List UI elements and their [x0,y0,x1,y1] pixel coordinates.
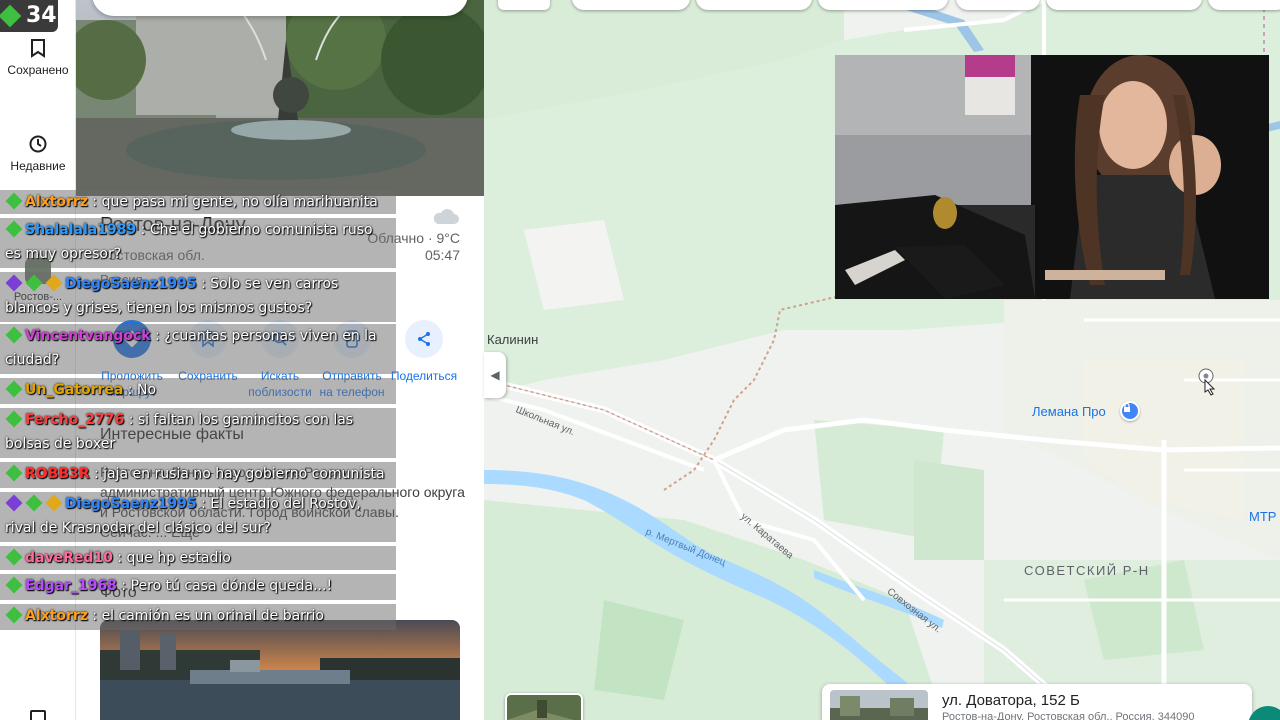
search-box[interactable] [92,0,468,16]
chat-username[interactable]: daveRed10 [25,550,113,566]
address-card[interactable]: ул. Доватора, 152 Б Ростов-на-Дону, Рост… [822,684,1252,720]
place-hero-photo[interactable] [76,0,484,196]
map-label-sovetsky: СОВЕТСКИЙ Р-Н [1024,563,1150,578]
address-title: ул. Доватора, 152 Б [942,692,1080,709]
map-label-mtr[interactable]: МТР [1249,509,1276,524]
chat-message: Un_Gatorrea : No [0,378,396,404]
chat-username[interactable]: Vincentvangock [25,328,151,344]
map-label-lemana[interactable]: Лемана Про [1032,404,1106,419]
chat-badge-icon [5,606,23,624]
chat-badge-icon [5,410,23,428]
chat-separator: : [116,578,131,594]
chat-text: que hp estadio [126,550,231,566]
chat-message: Vincentvangock : ¿cuantas personas viven… [0,324,396,374]
chat-badge-icon [45,494,63,512]
share-label: Поделиться [390,369,458,383]
chat-badge-icon [45,274,63,292]
category-chip-shopping[interactable] [956,0,1040,10]
chat-message: DiegoSaenz1995 : El estadio del Rostov, … [0,492,396,542]
category-chip-restaurants[interactable] [572,0,690,10]
chat-message: Fercho_2776 : si faltan los gamincitos c… [0,408,396,458]
chat-badge-icon [5,220,23,238]
cloud-icon [433,209,459,224]
chat-badge-icon [5,326,23,344]
chat-badge-icon [5,548,23,566]
chat-text: el camión es un orinal de barrio [101,608,324,624]
viewer-count-value: 34 [26,3,57,28]
chat-text: que pasa mi gente, no olía marihuanita [101,194,378,210]
chat-separator: : [136,222,150,238]
chat-message: Alxtorrz : que pasa mi gente, no olía ma… [0,190,396,214]
chat-separator: : [196,276,211,292]
chat-message: Edgar_1968 : Pero tú casa dónde queda...… [0,574,396,600]
chat-badge-icon [5,576,23,594]
share-icon [418,332,430,346]
chat-separator: : [196,496,211,512]
chat-message: DiegoSaenz1995 : Solo se ven carros blan… [0,272,396,322]
bookmark-icon [31,39,45,58]
category-chip-attractions[interactable] [818,0,948,10]
lemana-pin-icon[interactable] [1120,401,1140,421]
chat-username[interactable]: ROBB3R [25,466,90,482]
webcam-overlay [835,55,1269,299]
rail-recent[interactable]: Недавние [0,134,76,174]
chat-message: daveRed10 : que hp estadio [0,546,396,570]
rail-saved[interactable]: Сохранено [0,38,76,78]
chat-username[interactable]: DiegoSaenz1995 [65,276,197,292]
chat-username[interactable]: Alxtorrz [25,608,88,624]
chat-separator: : [87,608,102,624]
chat-badge-icon [5,192,23,210]
chat-separator: : [123,382,137,398]
category-chip-more[interactable] [1208,0,1280,10]
chat-badge-icon [25,274,43,292]
chat-username[interactable]: Fercho_2776 [25,412,124,428]
chat-username[interactable]: Shalalala1989 [25,222,136,238]
chat-username[interactable]: Alxtorrz [25,194,88,210]
chat-separator: : [87,194,102,210]
chat-badge-icon [5,464,23,482]
viewer-icon [0,4,22,28]
share-button[interactable]: Поделиться [386,320,462,384]
collapse-panel-button[interactable]: ◀ [484,352,506,398]
chat-text: Pero tú casa dónde queda...! [130,578,333,594]
map-zoom-chip[interactable] [498,0,550,10]
address-subtitle: Ростов-на-Дону, Ростовская обл., Россия,… [942,711,1195,720]
chat-separator: : [89,466,104,482]
viewer-count: 34 [0,0,58,32]
chat-separator: : [112,550,127,566]
chevron-left-icon: ◀ [490,368,500,382]
rail-bottom-icon[interactable] [30,710,46,720]
chat-message: ROBB3R : jaja en rusia no hay gobierno c… [0,462,396,488]
chat-message: Alxtorrz : el camión es un orinal de bar… [0,604,396,630]
chat-badge-icon [5,494,23,512]
rail-recent-label: Недавние [10,159,66,173]
photo-thumbnail[interactable] [100,620,460,720]
layers-toggle[interactable] [505,693,583,720]
chat-username[interactable]: Edgar_1968 [25,578,117,594]
history-icon [29,135,47,153]
category-chip-transit[interactable] [1046,0,1202,10]
chat-badge-icon [5,380,23,398]
address-thumbnail [830,690,928,720]
chat-username[interactable]: Un_Gatorrea [25,382,123,398]
chat-text: jaja en rusia no hay gobierno comunista [103,466,385,482]
map-label-kalinin[interactable]: Калинин [487,332,538,347]
chat-text: No [136,382,157,398]
chat-separator: : [150,328,165,344]
rail-saved-label: Сохранено [7,63,69,77]
chat-username[interactable]: DiegoSaenz1995 [65,496,197,512]
category-chip-hotels[interactable] [696,0,812,10]
chat-badge-icon [5,274,23,292]
chat-message: Shalalala1989 : Che el gobierno comunist… [0,218,396,268]
chat-separator: : [124,412,138,428]
chat-badge-icon [25,494,43,512]
